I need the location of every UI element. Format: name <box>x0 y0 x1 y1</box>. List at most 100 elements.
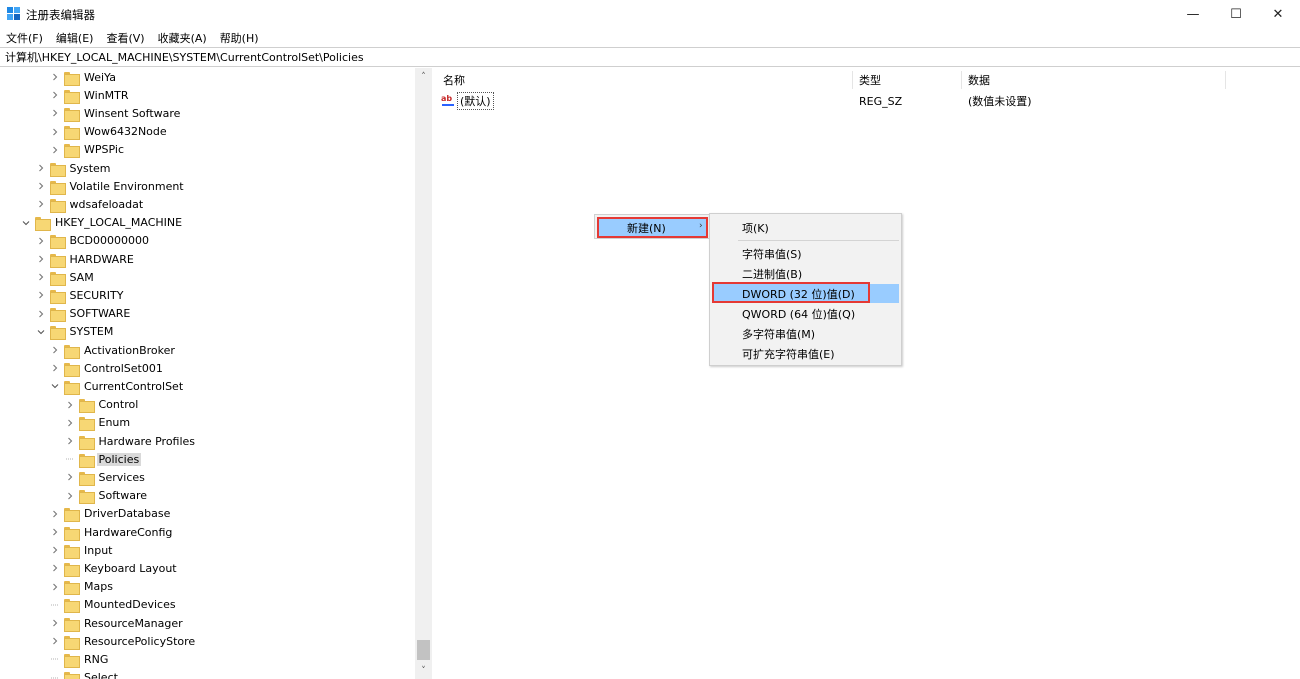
chevron-right-icon[interactable] <box>49 541 61 559</box>
tree-item[interactable]: HARDWARE <box>35 250 136 268</box>
submenu-item-key[interactable]: 项(K) <box>712 218 899 237</box>
column-divider[interactable] <box>1225 71 1226 89</box>
tree-item[interactable]: MountedDevices <box>49 596 178 614</box>
menu-file[interactable]: 文件(F) <box>6 30 43 46</box>
tree-item[interactable]: Select <box>49 669 120 679</box>
tree-item[interactable]: WeiYa <box>49 68 118 86</box>
chevron-down-icon[interactable] <box>35 323 47 341</box>
tree-item[interactable]: SAM <box>35 268 96 286</box>
tree-item[interactable]: System <box>35 159 113 177</box>
chevron-right-icon[interactable] <box>49 505 61 523</box>
chevron-right-icon[interactable] <box>49 559 61 577</box>
chevron-right-icon[interactable] <box>35 286 47 304</box>
tree-item[interactable]: BCD00000000 <box>35 232 152 250</box>
chevron-right-icon[interactable] <box>35 159 47 177</box>
tree-item[interactable]: ResourcePolicyStore <box>49 632 197 650</box>
tree-item[interactable]: DriverDatabase <box>49 505 172 523</box>
tree-item[interactable]: Maps <box>49 578 115 596</box>
folder-icon <box>64 107 80 122</box>
tree-item[interactable]: Enum <box>64 414 133 432</box>
tree-item[interactable]: ControlSet001 <box>49 359 165 377</box>
tree-item[interactable]: SECURITY <box>35 286 126 304</box>
tree-item[interactable]: HKEY_LOCAL_MACHINE <box>20 214 184 232</box>
chevron-right-icon[interactable] <box>64 414 76 432</box>
chevron-right-icon[interactable] <box>49 341 61 359</box>
tree-item-label: Software <box>98 489 148 503</box>
tree-item[interactable]: WinMTR <box>49 86 131 104</box>
tree-item[interactable]: Input <box>49 541 114 559</box>
values-list[interactable]: 名称 类型 数据 ab (默认) REG_SZ (数值未设置) <box>437 68 1300 679</box>
chevron-right-icon[interactable] <box>64 468 76 486</box>
submenu-item-binary-value[interactable]: 二进制值(B) <box>712 264 899 283</box>
chevron-right-icon[interactable] <box>35 250 47 268</box>
chevron-right-icon[interactable] <box>35 305 47 323</box>
menu-favorites[interactable]: 收藏夹(A) <box>158 30 207 46</box>
chevron-right-icon[interactable] <box>35 232 47 250</box>
tree-item[interactable]: ResourceManager <box>49 614 185 632</box>
chevron-down-icon[interactable] <box>20 214 32 232</box>
menu-edit[interactable]: 编辑(E) <box>56 30 94 46</box>
tree-item[interactable]: HardwareConfig <box>49 523 174 541</box>
tree-item[interactable]: SYSTEM <box>35 323 116 341</box>
registry-tree[interactable]: WeiYa WinMTR Winsent Software Wow6432Node WP… <box>0 68 432 679</box>
chevron-right-icon[interactable] <box>64 487 76 505</box>
minimize-button[interactable]: — <box>1172 0 1214 29</box>
column-header-data[interactable]: 数据 <box>962 71 1225 89</box>
tree-item[interactable]: Hardware Profiles <box>64 432 198 450</box>
tree-item[interactable]: Wow6432Node <box>49 123 169 141</box>
submenu-item-qword-value[interactable]: QWORD (64 位)值(Q) <box>712 304 899 323</box>
tree-item-label: Wow6432Node <box>84 125 167 139</box>
chevron-right-icon[interactable] <box>49 141 61 159</box>
value-row[interactable]: ab (默认) REG_SZ (数值未设置) <box>437 92 1300 110</box>
tree-item[interactable]: ActivationBroker <box>49 341 177 359</box>
chevron-right-icon[interactable] <box>49 632 61 650</box>
tree-item[interactable]: Services <box>64 468 147 486</box>
chevron-right-icon[interactable] <box>35 268 47 286</box>
chevron-right-icon[interactable] <box>49 523 61 541</box>
chevron-right-icon[interactable] <box>49 104 61 122</box>
chevron-right-icon[interactable] <box>49 123 61 141</box>
tree-item[interactable]: RNG <box>49 650 110 668</box>
chevron-right-icon[interactable] <box>49 614 61 632</box>
chevron-right-icon[interactable] <box>49 578 61 596</box>
tree-item-label: Policies <box>96 452 142 466</box>
chevron-right-icon[interactable] <box>64 432 76 450</box>
menu-view[interactable]: 查看(V) <box>106 30 144 46</box>
tree-item[interactable]: Policies <box>64 450 142 468</box>
tree-item-label: HARDWARE <box>69 252 134 266</box>
submenu-item-multi-string-value[interactable]: 多字符串值(M) <box>712 324 899 343</box>
tree-item[interactable]: SOFTWARE <box>35 305 133 323</box>
folder-icon <box>78 435 95 450</box>
scroll-up-arrow-icon[interactable]: ˄ <box>415 68 432 85</box>
tree-item[interactable]: wdsafeloadat <box>35 195 146 213</box>
submenu-item-expandable-string-value[interactable]: 可扩充字符串值(E) <box>712 344 899 363</box>
chevron-down-icon[interactable] <box>49 377 61 395</box>
tree-item[interactable]: Software <box>64 487 150 505</box>
tree-scrollbar[interactable]: ˄ ˅ <box>415 68 432 679</box>
chevron-right-icon[interactable] <box>64 396 76 414</box>
column-header-name[interactable]: 名称 <box>437 71 852 89</box>
tree-item[interactable]: Volatile Environment <box>35 177 186 195</box>
close-button[interactable]: ✕ <box>1257 0 1299 29</box>
folder-icon <box>35 216 51 232</box>
maximize-button[interactable]: ☐ <box>1215 0 1257 29</box>
regedit-app-icon <box>7 7 20 20</box>
address-bar[interactable]: 计算机\HKEY_LOCAL_MACHINE\SYSTEM\CurrentCon… <box>0 47 1300 67</box>
folder-icon <box>78 489 95 505</box>
chevron-right-icon[interactable] <box>49 86 61 104</box>
tree-item[interactable]: Keyboard Layout <box>49 559 179 577</box>
chevron-right-icon[interactable] <box>49 68 61 86</box>
tree-item-label: Services <box>98 470 145 484</box>
tree-item[interactable]: WPSPic <box>49 141 126 159</box>
chevron-right-icon[interactable] <box>35 177 47 195</box>
submenu-item-string-value[interactable]: 字符串值(S) <box>712 244 899 263</box>
chevron-right-icon[interactable] <box>49 359 61 377</box>
scroll-thumb[interactable] <box>417 640 430 660</box>
scroll-down-arrow-icon[interactable]: ˅ <box>415 662 432 679</box>
column-header-type[interactable]: 类型 <box>853 71 961 89</box>
menu-help[interactable]: 帮助(H) <box>220 30 259 46</box>
tree-item[interactable]: Winsent Software <box>49 104 182 122</box>
tree-item[interactable]: Control <box>64 396 141 414</box>
chevron-right-icon[interactable] <box>35 195 47 213</box>
tree-item[interactable]: CurrentControlSet <box>49 377 185 395</box>
